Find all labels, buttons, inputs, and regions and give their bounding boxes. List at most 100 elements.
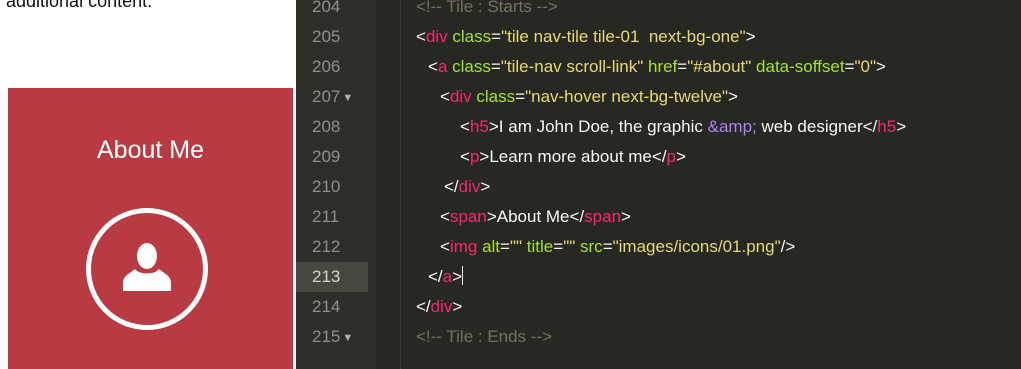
token-comment: <!-- Tile : Ends --> [416, 327, 553, 346]
code-text: <h5>I am John Doe, the graphic &amp; web… [460, 112, 906, 142]
line-number: 205 [312, 27, 341, 46]
line-number: 213 [296, 262, 368, 292]
token-tag: p [469, 147, 480, 166]
token-punct: < [440, 237, 450, 256]
token-attr: class [476, 87, 516, 106]
token-punct: > [452, 267, 463, 286]
token-str: "0" [854, 57, 877, 76]
token-punct: </ [862, 117, 878, 136]
token-punct: /> [780, 237, 796, 256]
token-str: "tile-nav scroll-link" [500, 57, 644, 76]
token-punct: = [491, 27, 502, 46]
token-text: About Me [496, 207, 570, 226]
code-text: <!-- Tile : Ends --> [416, 322, 552, 352]
about-me-tile[interactable]: About Me [8, 88, 293, 369]
code-line[interactable]: 215 ▼ <!-- Tile : Ends --> [296, 322, 1021, 352]
token-punct: > [896, 117, 907, 136]
token-text: Learn more about me [489, 147, 652, 166]
line-number: 215 ▼ [312, 327, 354, 346]
code-line[interactable]: 214 </div> [296, 292, 1021, 322]
code-text: <!-- Tile : Starts --> [416, 0, 558, 22]
code-text: <p>Learn more about me</p> [460, 142, 686, 172]
token-text: I am John Doe, the graphic [498, 117, 708, 136]
token-punct: </ [569, 207, 585, 226]
line-number: 207 ▼ [312, 87, 354, 106]
token-tag: a [442, 267, 453, 286]
token-str: "#about" [687, 57, 752, 76]
token-punct: > [676, 147, 686, 166]
code-text: </div> [444, 172, 490, 202]
token-punct: > [876, 57, 886, 76]
token-str: "" [563, 237, 576, 256]
token-punct: > [728, 87, 738, 106]
token-punct: </ [428, 267, 443, 286]
token-punct: < [440, 207, 450, 226]
token-tag: h5 [469, 117, 489, 136]
fold-arrow-icon[interactable]: ▼ [342, 332, 353, 344]
token-tag: span [449, 207, 487, 226]
token-attr: class [452, 27, 492, 46]
code-text: <span>About Me</span> [440, 202, 631, 232]
code-line[interactable]: 210 </div> [296, 172, 1021, 202]
token-tag: img [449, 237, 478, 256]
token-str: "tile nav-tile tile-01 next-bg-one" [501, 27, 746, 46]
code-text: </div> [416, 292, 462, 322]
token-attr: src [580, 237, 603, 256]
token-punct: > [745, 27, 756, 46]
token-punct: > [452, 297, 463, 316]
code-text: <div class="nav-hover next-bg-twelve"> [440, 82, 738, 112]
code-text: <img alt="" title="" src="images/icons/0… [440, 232, 795, 262]
fold-arrow-icon[interactable]: ▼ [342, 92, 353, 104]
code-line[interactable]: 205 <div class="tile nav-tile tile-01 nex… [296, 22, 1021, 52]
token-tag: p [666, 147, 677, 166]
token-tag: div [425, 27, 448, 46]
token-punct: </ [416, 297, 431, 316]
line-number: 210 [312, 177, 341, 196]
token-punct: = [553, 237, 564, 256]
token-str: "" [509, 237, 523, 256]
token-punct: > [479, 147, 490, 166]
token-punct: > [621, 207, 631, 226]
line-number: 206 [312, 57, 341, 76]
code-line[interactable]: 213 </a> [296, 262, 1021, 292]
token-attr: class [452, 57, 491, 76]
code-line[interactable]: 204 <!-- Tile : Starts --> [296, 0, 1021, 22]
token-punct: > [480, 177, 491, 196]
token-punct: < [428, 57, 438, 76]
token-str: "images/icons/01.png" [612, 237, 781, 256]
code-editor[interactable]: 204 <!-- Tile : Starts --> 205 <div class="… [296, 0, 1021, 369]
code-line[interactable]: 209 <p>Learn more about me</p> [296, 142, 1021, 172]
code-line[interactable]: 212 <img alt="" title="" src="images/icon… [296, 232, 1021, 262]
token-punct: > [486, 207, 497, 226]
user-icon [123, 243, 171, 291]
line-number: 214 [312, 297, 341, 316]
tile-title: About Me [96, 136, 204, 164]
code-line[interactable]: 208 <h5>I am John Doe, the graphic &amp; … [296, 112, 1021, 142]
token-punct: </ [444, 177, 459, 196]
token-str: "nav-hover next-bg-twelve" [525, 87, 729, 106]
line-number: 211 [312, 207, 340, 226]
user-icon-circle [86, 208, 208, 330]
token-tag: span [584, 207, 622, 226]
token-punct: < [460, 147, 470, 166]
code-line[interactable]: 206 <a class="tile-nav scroll-link" href=… [296, 52, 1021, 82]
code-line[interactable]: 207 ▼ <div class="nav-hover next-bg-twelve… [296, 82, 1021, 112]
token-tag: a [437, 57, 448, 76]
token-punct: > [488, 117, 499, 136]
token-attr: href [647, 57, 678, 76]
token-tag: div [449, 87, 472, 106]
token-punct: = [500, 237, 510, 256]
token-comment: <!-- Tile : Starts --> [416, 0, 558, 16]
code-text: <div class="tile nav-tile tile-01 next-b… [416, 22, 756, 52]
line-number: 208 [312, 117, 341, 136]
token-text: web designer [756, 117, 863, 136]
clipped-paragraph-text: additional content. [6, 0, 153, 11]
token-punct: = [677, 57, 688, 76]
token-punct: < [460, 117, 470, 136]
code-text: <a class="tile-nav scroll-link" href="#a… [428, 52, 886, 82]
code-line[interactable]: 211 <span>About Me</span> [296, 202, 1021, 232]
token-punct: = [490, 57, 501, 76]
token-punct: = [602, 237, 613, 256]
token-punct: < [416, 27, 426, 46]
text-cursor [462, 266, 464, 285]
